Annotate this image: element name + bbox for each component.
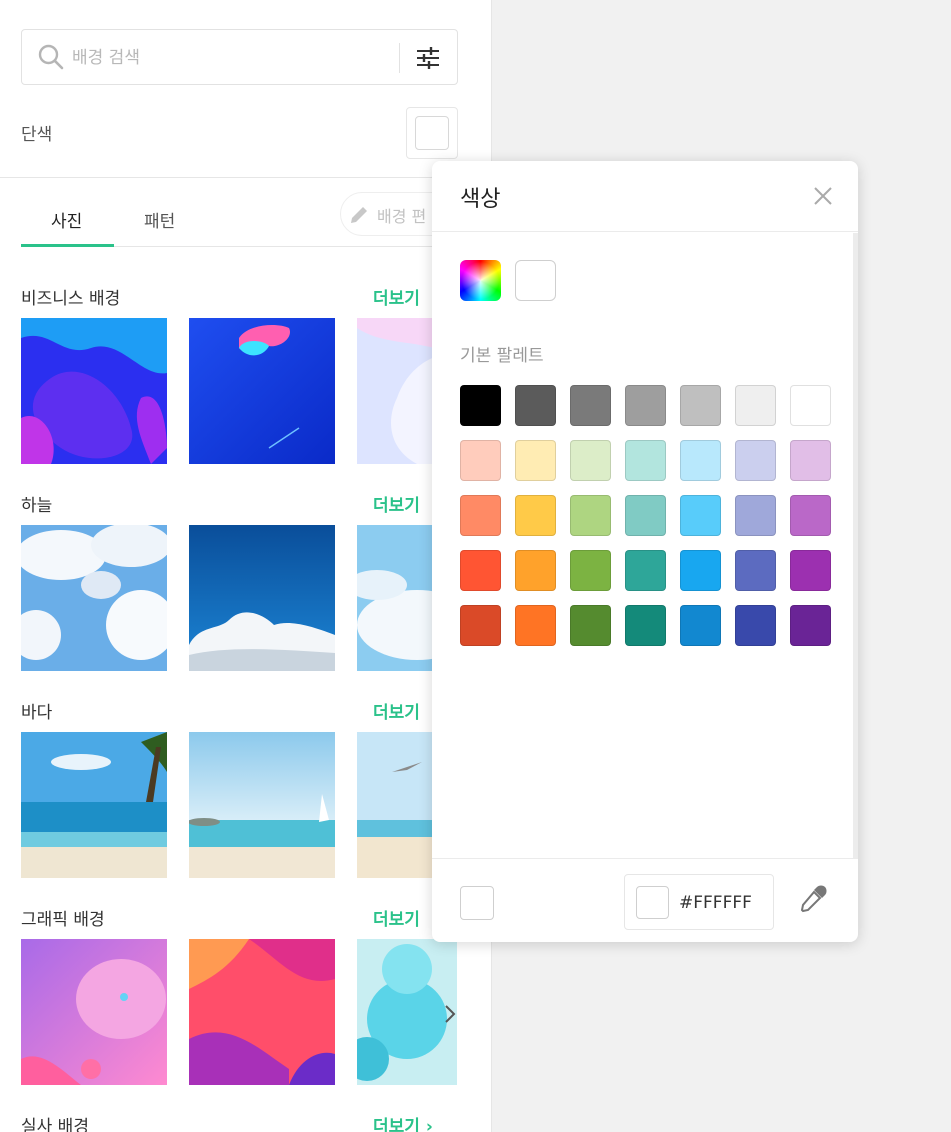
color-picker-header: 색상 xyxy=(432,161,858,232)
thumbnail-sea-2[interactable] xyxy=(189,732,335,878)
palette-swatch[interactable] xyxy=(680,385,721,426)
more-button[interactable]: 더보기 xyxy=(373,698,420,723)
scrollbar[interactable] xyxy=(853,233,858,859)
more-button[interactable]: 더보기 xyxy=(373,905,420,930)
palette-swatch[interactable] xyxy=(625,440,666,481)
thumbnail-sea-1[interactable] xyxy=(21,732,167,878)
tab-photo[interactable]: 사진 xyxy=(51,207,82,232)
thumbnail-row xyxy=(21,939,471,1085)
palette-swatch[interactable] xyxy=(680,605,721,646)
palette-swatch[interactable] xyxy=(790,605,831,646)
palette-swatch[interactable] xyxy=(460,550,501,591)
palette-swatch[interactable] xyxy=(790,385,831,426)
search-box[interactable] xyxy=(21,29,458,85)
chevron-right-icon: › xyxy=(425,1117,433,1132)
hex-color-swatch xyxy=(636,886,669,919)
color-picker-footer xyxy=(432,858,858,942)
palette-swatch[interactable] xyxy=(515,440,556,481)
tab-pattern[interactable]: 패턴 xyxy=(144,207,175,232)
palette-swatch[interactable] xyxy=(680,495,721,536)
search-icon xyxy=(38,44,64,70)
palette-swatch[interactable] xyxy=(570,495,611,536)
palette-swatch[interactable] xyxy=(515,550,556,591)
section-divider xyxy=(0,177,491,178)
thumbnail-graphic-1[interactable] xyxy=(21,939,167,1085)
more-button-label: 더보기 xyxy=(373,1117,420,1132)
close-icon[interactable] xyxy=(808,181,838,211)
search-divider xyxy=(399,43,400,73)
search-input[interactable] xyxy=(72,44,392,72)
thumbnail-row xyxy=(21,732,471,878)
chevron-right-icon[interactable] xyxy=(436,1000,464,1028)
palette-swatch[interactable] xyxy=(735,495,776,536)
hex-input-box[interactable] xyxy=(624,874,774,930)
palette-swatch[interactable] xyxy=(570,550,611,591)
solid-color-swatch xyxy=(415,116,449,150)
category-title: 비즈니스 배경 xyxy=(21,289,121,309)
palette-swatch[interactable] xyxy=(570,440,611,481)
solid-color-label: 단색 xyxy=(21,125,53,145)
palette-swatch[interactable] xyxy=(735,605,776,646)
category-title: 바다 xyxy=(21,703,53,723)
pencil-icon xyxy=(351,207,367,223)
palette-swatch[interactable] xyxy=(790,440,831,481)
thumbnail-business-1[interactable] xyxy=(21,318,167,464)
recent-color-swatch[interactable] xyxy=(515,260,556,301)
palette-swatch[interactable] xyxy=(680,550,721,591)
eyedropper-icon[interactable] xyxy=(797,883,829,915)
more-button[interactable]: 더보기 › xyxy=(373,1112,433,1132)
category-title: 하늘 xyxy=(21,496,53,516)
thumbnail-sky-1[interactable] xyxy=(21,525,167,671)
more-button[interactable]: 더보기 xyxy=(373,284,420,309)
current-color-preview[interactable] xyxy=(460,886,494,920)
palette-swatch[interactable] xyxy=(570,385,611,426)
category-title: 실사 배경 xyxy=(21,1117,89,1132)
thumbnail-row xyxy=(21,318,471,464)
palette-swatch[interactable] xyxy=(680,440,721,481)
palette-swatch[interactable] xyxy=(515,495,556,536)
palette-swatch[interactable] xyxy=(735,440,776,481)
palette-swatch[interactable] xyxy=(790,550,831,591)
basic-palette-label: 기본 팔레트 xyxy=(460,346,544,366)
thumbnail-row xyxy=(21,525,471,671)
palette-swatch[interactable] xyxy=(460,495,501,536)
thumbnail-graphic-2[interactable] xyxy=(189,939,335,1085)
hex-input[interactable] xyxy=(679,890,769,916)
color-picker-title: 색상 xyxy=(460,187,501,212)
palette-swatch[interactable] xyxy=(625,385,666,426)
solid-color-button[interactable] xyxy=(406,107,458,159)
more-button[interactable]: 더보기 xyxy=(373,491,420,516)
thumbnail-sky-2[interactable] xyxy=(189,525,335,671)
palette-swatch[interactable] xyxy=(460,605,501,646)
edit-background-label: 배경 편 xyxy=(377,207,427,226)
palette-swatch[interactable] xyxy=(625,550,666,591)
category-title: 그래픽 배경 xyxy=(21,910,105,930)
palette-swatch[interactable] xyxy=(735,550,776,591)
palette-swatch[interactable] xyxy=(735,385,776,426)
palette-swatch[interactable] xyxy=(625,605,666,646)
custom-color-picker-button[interactable] xyxy=(460,260,501,301)
filter-sliders-icon[interactable] xyxy=(415,45,441,71)
palette-swatch[interactable] xyxy=(570,605,611,646)
palette-swatch[interactable] xyxy=(460,385,501,426)
palette-swatch[interactable] xyxy=(625,495,666,536)
palette-swatch[interactable] xyxy=(460,440,501,481)
background-panel: 단색 사진 패턴 배경 편 비즈니스 배경 더보기 xyxy=(0,0,492,1132)
palette-swatch[interactable] xyxy=(515,385,556,426)
palette-swatch[interactable] xyxy=(515,605,556,646)
thumbnail-business-2[interactable] xyxy=(189,318,335,464)
palette-swatch[interactable] xyxy=(790,495,831,536)
active-tab-indicator xyxy=(21,244,114,247)
color-picker-popup: 색상 기본 팔레트 xyxy=(432,161,858,942)
